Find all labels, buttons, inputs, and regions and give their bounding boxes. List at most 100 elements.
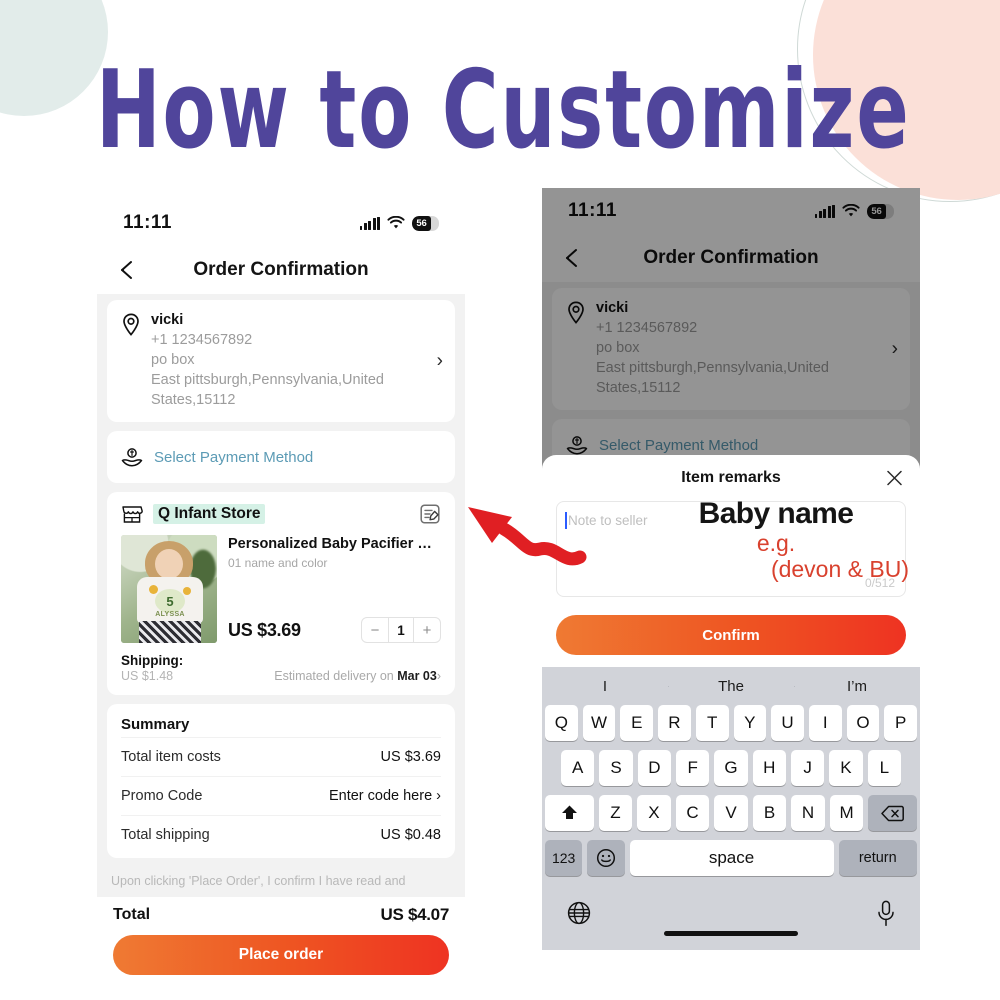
- key-z[interactable]: Z: [598, 795, 633, 831]
- key-t[interactable]: T: [695, 705, 729, 741]
- shift-key[interactable]: [545, 795, 594, 831]
- key-w[interactable]: W: [582, 705, 616, 741]
- address-name: vicki: [151, 312, 184, 328]
- key-m[interactable]: M: [829, 795, 864, 831]
- quantity-decrease-button[interactable]: −: [362, 618, 388, 642]
- location-pin-icon: [123, 313, 139, 336]
- address-card[interactable]: vicki +1 1234567892 po box East pittsbur…: [107, 300, 455, 422]
- keyboard-row-2: A S D F G H J K L: [542, 750, 920, 786]
- decorative-mint-circle: [0, 0, 108, 116]
- address-phone: +1 1234567892: [151, 332, 253, 348]
- backspace-icon: [881, 805, 905, 821]
- product-variant: 01 name and color: [228, 556, 328, 571]
- nav-bar: Order Confirmation: [97, 246, 465, 294]
- character-counter: 0/512: [864, 576, 895, 590]
- estimated-delivery[interactable]: Estimated delivery on Mar 03›: [274, 669, 441, 683]
- backspace-key[interactable]: [868, 795, 917, 831]
- poster-canvas: How to Customize 11:11 56 Order Confirma…: [0, 0, 1000, 1000]
- delivery-chevron-icon: ›: [436, 669, 441, 683]
- summary-row-label: Total shipping: [121, 827, 210, 843]
- close-icon[interactable]: [885, 469, 904, 488]
- red-curved-arrow: [468, 507, 587, 566]
- confirm-button[interactable]: Confirm: [556, 615, 906, 655]
- delivery-prefix: Estimated delivery on: [274, 669, 398, 683]
- space-key[interactable]: space: [629, 840, 834, 876]
- keyboard-row-4: 123 space return: [542, 840, 920, 876]
- key-c[interactable]: C: [675, 795, 710, 831]
- key-k[interactable]: K: [829, 750, 863, 786]
- place-order-button[interactable]: Place order: [113, 935, 449, 976]
- key-a[interactable]: A: [561, 750, 595, 786]
- quantity-increase-button[interactable]: +: [414, 618, 440, 642]
- keyboard-row-1: Q W E R T Y U I O P: [542, 705, 920, 741]
- instruction-annotation: Baby name e.g. (devon & BU): [641, 498, 911, 582]
- modal-title: Item remarks: [681, 469, 781, 486]
- chevron-right-icon[interactable]: ›: [437, 352, 443, 371]
- key-q[interactable]: Q: [544, 705, 578, 741]
- annotation-heading: Baby name: [698, 497, 854, 530]
- key-g[interactable]: G: [714, 750, 748, 786]
- key-s[interactable]: S: [599, 750, 633, 786]
- key-e[interactable]: E: [620, 705, 654, 741]
- store-icon: [122, 506, 143, 523]
- prediction-item[interactable]: I: [542, 678, 668, 695]
- order-content: vicki +1 1234567892 po box East pittsbur…: [97, 294, 465, 898]
- prediction-item[interactable]: I’m: [794, 678, 920, 695]
- key-v[interactable]: V: [714, 795, 748, 831]
- key-l[interactable]: L: [867, 750, 901, 786]
- key-f[interactable]: F: [676, 750, 710, 786]
- key-o[interactable]: O: [846, 705, 880, 741]
- footer-total-value: US $4.07: [380, 905, 450, 925]
- page-header-title: Order Confirmation: [193, 259, 369, 280]
- globe-icon[interactable]: [566, 900, 592, 926]
- product-price: US $3.69: [228, 619, 301, 640]
- shipping-label: Shipping:: [121, 653, 184, 668]
- summary-title: Summary: [121, 716, 190, 733]
- summary-row-value[interactable]: Enter code here ›: [329, 788, 441, 804]
- keyboard-row-3: Z X C V B N M: [542, 795, 920, 831]
- key-j[interactable]: J: [790, 750, 825, 786]
- key-p[interactable]: P: [884, 705, 918, 741]
- shipping-cost: US $1.48: [121, 669, 174, 683]
- edit-note-icon[interactable]: [419, 503, 441, 525]
- key-d[interactable]: D: [637, 750, 671, 786]
- address-line1: po box: [151, 352, 195, 368]
- summary-row: Total shipping US $0.48: [121, 815, 441, 854]
- quantity-stepper[interactable]: − 1 +: [361, 617, 441, 643]
- prediction-item[interactable]: The: [668, 678, 794, 695]
- annotation-eg-label: e.g.: [756, 529, 796, 556]
- payment-method-card[interactable]: Select Payment Method: [107, 431, 455, 483]
- numbers-key[interactable]: 123: [545, 840, 583, 876]
- item-remarks-modal: Item remarks Note to seller 0/512 Baby n…: [542, 455, 920, 1000]
- key-n[interactable]: N: [791, 795, 825, 831]
- key-y[interactable]: Y: [733, 705, 767, 741]
- select-payment-label: Select Payment Method: [154, 448, 314, 466]
- quantity-value: 1: [388, 618, 414, 642]
- status-time: 11:11: [123, 212, 172, 233]
- battery-level: 56: [412, 215, 431, 231]
- legal-notice: Upon clicking 'Place Order', I confirm I…: [111, 874, 406, 888]
- emoji-key[interactable]: [587, 840, 625, 876]
- back-arrow-icon[interactable]: [115, 257, 141, 283]
- microphone-icon[interactable]: [876, 900, 896, 927]
- wifi-icon: [387, 216, 405, 229]
- address-line3: States,15112: [151, 392, 236, 408]
- store-name[interactable]: Q Infant Store: [153, 504, 266, 524]
- payment-hand-coin-icon: [121, 448, 143, 467]
- return-key[interactable]: return: [838, 840, 917, 876]
- right-phone-screenshot: 11:11 56 Order Confirmation vicki +1 123…: [542, 188, 920, 1000]
- summary-row[interactable]: Promo Code Enter code here ›: [121, 776, 441, 815]
- key-b[interactable]: B: [752, 795, 787, 831]
- key-u[interactable]: U: [771, 705, 804, 741]
- key-h[interactable]: H: [752, 750, 786, 786]
- summary-row-value: US $3.69: [380, 749, 441, 765]
- modal-header: Item remarks: [542, 455, 920, 501]
- key-x[interactable]: X: [637, 795, 671, 831]
- note-to-seller-input[interactable]: Note to seller 0/512 Baby name e.g. (dev…: [556, 498, 909, 597]
- key-i[interactable]: I: [808, 705, 842, 741]
- key-r[interactable]: R: [658, 705, 691, 741]
- product-thumbnail[interactable]: 5 ALYSSA: [121, 535, 217, 643]
- summary-row-label: Promo Code: [121, 788, 203, 804]
- on-screen-keyboard: I The I’m Q W E R T Y U I O P A S D F G …: [542, 667, 920, 950]
- summary-row-label: Total item costs: [121, 749, 221, 765]
